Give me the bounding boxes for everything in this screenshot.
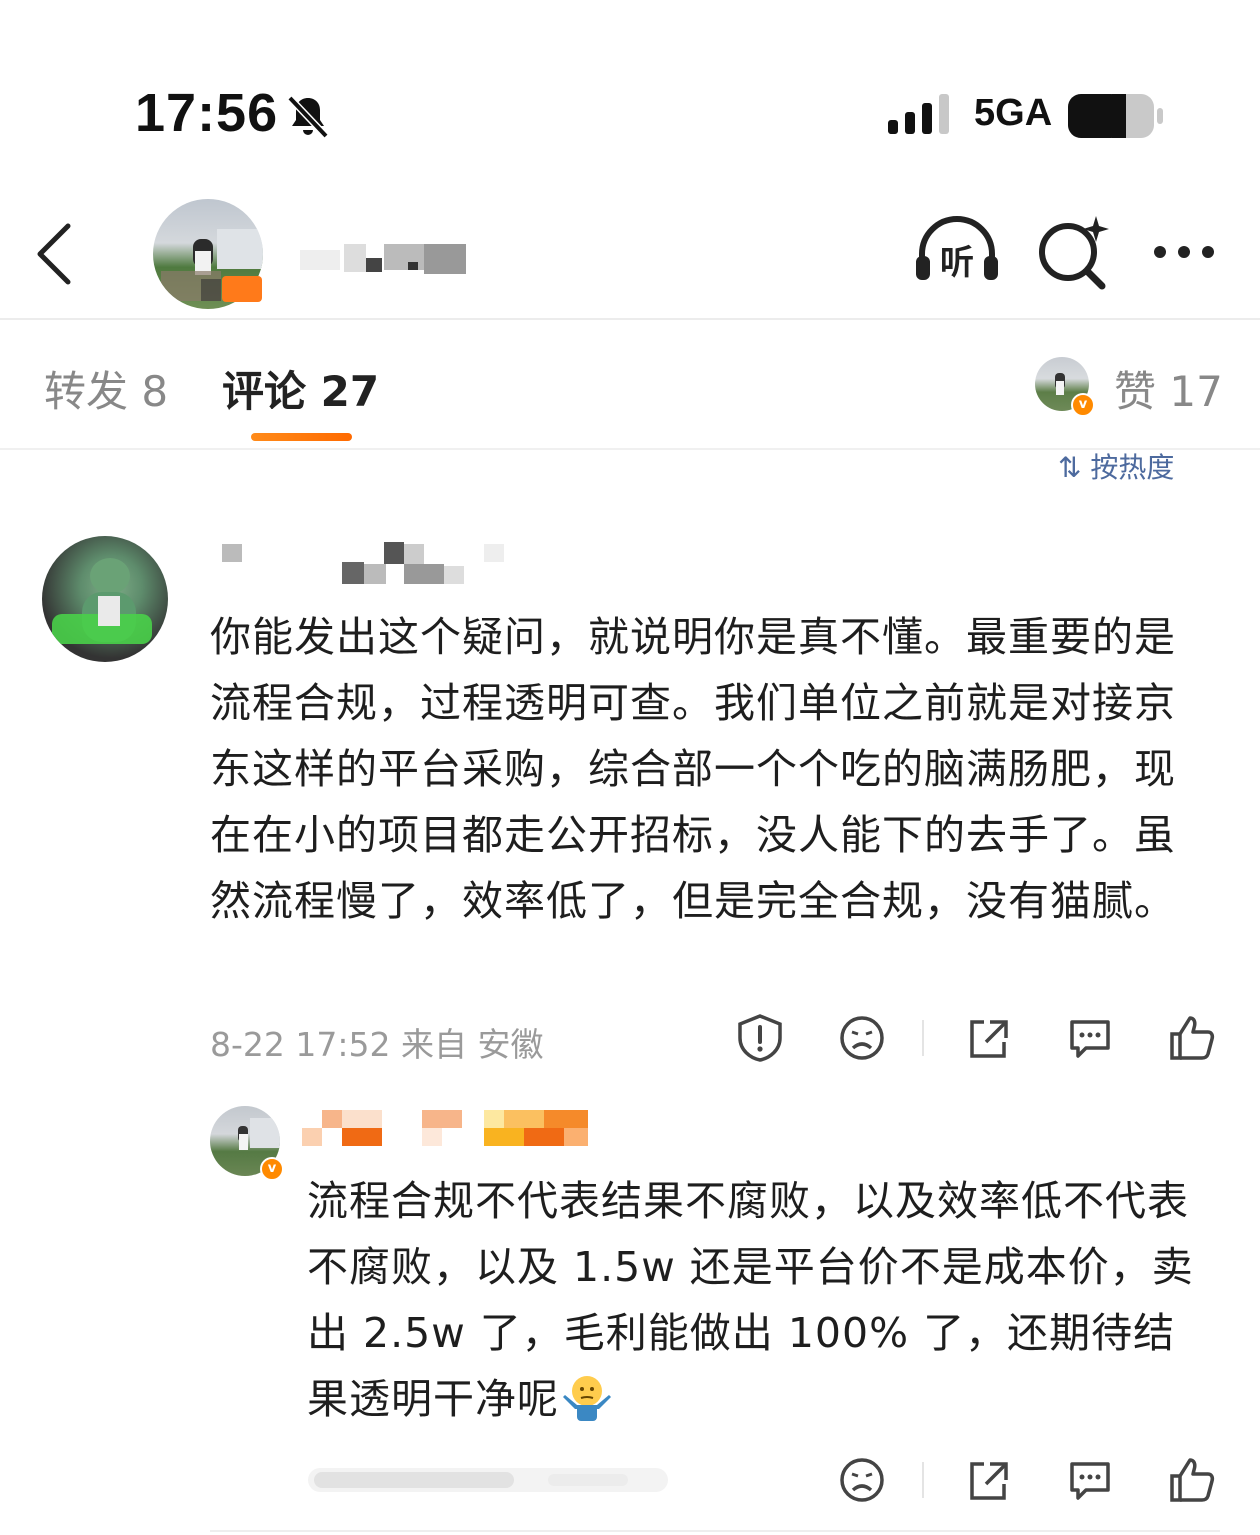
reply-comment-icon[interactable] bbox=[1064, 1454, 1116, 1506]
active-tab-indicator bbox=[251, 433, 352, 441]
dislike-face-icon[interactable] bbox=[836, 1012, 888, 1064]
verified-badge-icon: v bbox=[1071, 393, 1095, 417]
listen-label: 听 bbox=[940, 243, 974, 283]
sort-toggle[interactable]: ⇅ 按热度 bbox=[1058, 446, 1174, 486]
more-dots-icon[interactable] bbox=[1142, 212, 1232, 292]
reply-text: 流程合规不代表结果不腐败，以及效率低不代表不腐败，以及 1.5w 还是平台价不是… bbox=[307, 1168, 1207, 1432]
tab-repost[interactable]: 转发 8 bbox=[44, 358, 168, 419]
share-icon[interactable] bbox=[962, 1012, 1014, 1064]
battery-icon bbox=[1068, 94, 1163, 138]
reply-share-icon[interactable] bbox=[962, 1454, 1014, 1506]
author-name-redacted bbox=[300, 244, 466, 274]
action-divider bbox=[922, 1020, 924, 1056]
reply-action-divider bbox=[922, 1462, 924, 1498]
reply-dislike-face-icon[interactable] bbox=[836, 1454, 888, 1506]
comment-text: 你能发出这个疑问，就说明你是真不懂。最重要的是流程合规，过程透明可查。我们单位之… bbox=[210, 613, 1176, 925]
bottom-divider bbox=[210, 1530, 1220, 1532]
author-badge bbox=[222, 276, 262, 302]
like-thumb-icon[interactable] bbox=[1166, 1012, 1218, 1064]
sort-icon: ⇅ bbox=[1058, 451, 1091, 484]
reply-text-body: 流程合规不代表结果不腐败，以及效率低不代表不腐败，以及 1.5w 还是平台价不是… bbox=[307, 1177, 1194, 1423]
header-divider bbox=[0, 318, 1260, 320]
comment-meta: 8-22 17:52 来自 安徽 bbox=[210, 1025, 544, 1064]
search-sparkle-icon[interactable] bbox=[1030, 212, 1120, 292]
reply-meta-redacted bbox=[308, 1468, 668, 1492]
listen-headphones-icon[interactable]: 听 bbox=[912, 212, 1002, 292]
commenter-avatar[interactable] bbox=[42, 536, 168, 662]
status-time: 17:56 bbox=[135, 83, 279, 143]
verified-badge-icon: v bbox=[260, 1157, 284, 1181]
signal-bars-icon bbox=[888, 94, 949, 134]
back-chevron-icon[interactable] bbox=[30, 220, 80, 290]
shrug-emoji bbox=[563, 1376, 611, 1421]
sort-label: 按热度 bbox=[1090, 451, 1175, 484]
tabs-divider-top bbox=[0, 448, 1260, 450]
comment-icon[interactable] bbox=[1064, 1012, 1116, 1064]
tab-comments[interactable]: 评论 27 bbox=[222, 358, 379, 419]
reply-like-thumb-icon[interactable] bbox=[1166, 1454, 1218, 1506]
network-label: 5GA bbox=[974, 92, 1053, 134]
bell-slash-icon bbox=[287, 95, 329, 139]
tab-likes[interactable]: 赞 17 bbox=[1114, 358, 1223, 419]
sort-mask bbox=[1040, 422, 1240, 450]
commenter-name-redacted bbox=[222, 542, 504, 584]
report-icon[interactable] bbox=[734, 1012, 786, 1064]
replier-name-redacted bbox=[302, 1110, 588, 1146]
